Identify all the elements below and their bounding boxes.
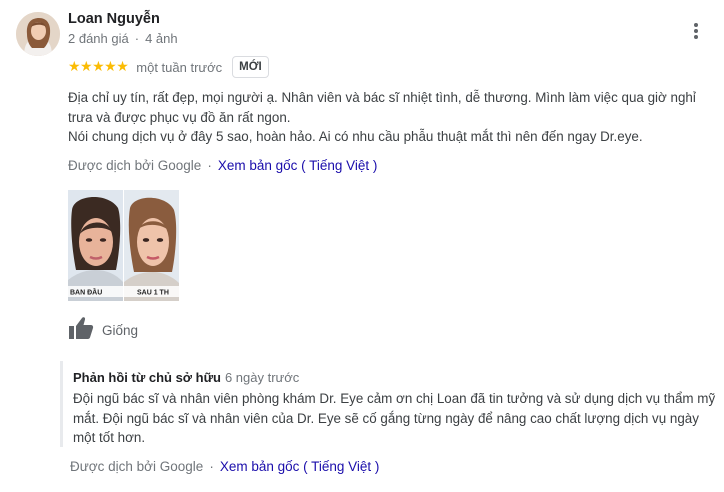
review-time: một tuần trước [136, 59, 223, 75]
reply-divider [60, 361, 63, 447]
reviewer-name[interactable]: Loan Nguyễn [68, 11, 160, 27]
translated-by-label: Được dịch bởi Google [70, 459, 204, 474]
owner-reply-title: Phản hồi từ chủ sở hữu [73, 370, 221, 385]
reviewer-meta: 2 đánh giá · 4 ảnh [68, 31, 178, 46]
view-original-link[interactable]: Xem bản gốc ( Tiếng Việt ) [218, 158, 378, 173]
review-photo-before[interactable]: BAN ĐẦU [68, 190, 123, 301]
avatar[interactable] [16, 12, 60, 56]
star-rating: ★★★★★ [68, 59, 129, 75]
owner-reply-header: Phản hồi từ chủ sở hữu 6 ngày trước [73, 370, 299, 385]
separator-dot: · [207, 158, 212, 173]
rating-row: ★★★★★ một tuần trước MỚI [68, 56, 269, 78]
like-label: Giống [102, 323, 139, 338]
reply-view-original-link[interactable]: Xem bản gốc ( Tiếng Việt ) [220, 459, 380, 474]
reviews-count: 2 đánh giá [68, 31, 129, 46]
new-badge: MỚI [232, 56, 269, 78]
like-button[interactable]: Giống [68, 316, 138, 345]
owner-reply-text: Đội ngũ bác sĩ và nhân viên phòng khám D… [73, 391, 716, 445]
review-text: Địa chỉ uy tín, rất đẹp, mọi người ạ. Nh… [68, 88, 718, 147]
review-text-line: Địa chỉ uy tín, rất đẹp, mọi người ạ. Nh… [68, 90, 696, 125]
review-text-line: Nói chung dịch vụ ở đây 5 sao, hoàn hảo.… [68, 129, 643, 144]
translated-by-label: Được dịch bởi Google [68, 158, 202, 173]
review-photo-after[interactable]: SAU 1 TH [124, 190, 179, 301]
separator-dot: · [134, 31, 140, 46]
photo-caption: SAU 1 TH [137, 290, 169, 297]
owner-reply-time: 6 ngày trước [224, 370, 300, 385]
separator-dot: · [209, 459, 214, 474]
reply-translation-row: Được dịch bởi Google · Xem bản gốc ( Tiếng… [70, 459, 379, 474]
more-vert-icon [686, 18, 706, 39]
thumb-up-icon [68, 316, 94, 345]
more-options-button[interactable] [686, 18, 706, 42]
photos-count: 4 ảnh [145, 31, 178, 46]
translation-row: Được dịch bởi Google · Xem bản gốc ( Tiếng… [68, 158, 377, 173]
